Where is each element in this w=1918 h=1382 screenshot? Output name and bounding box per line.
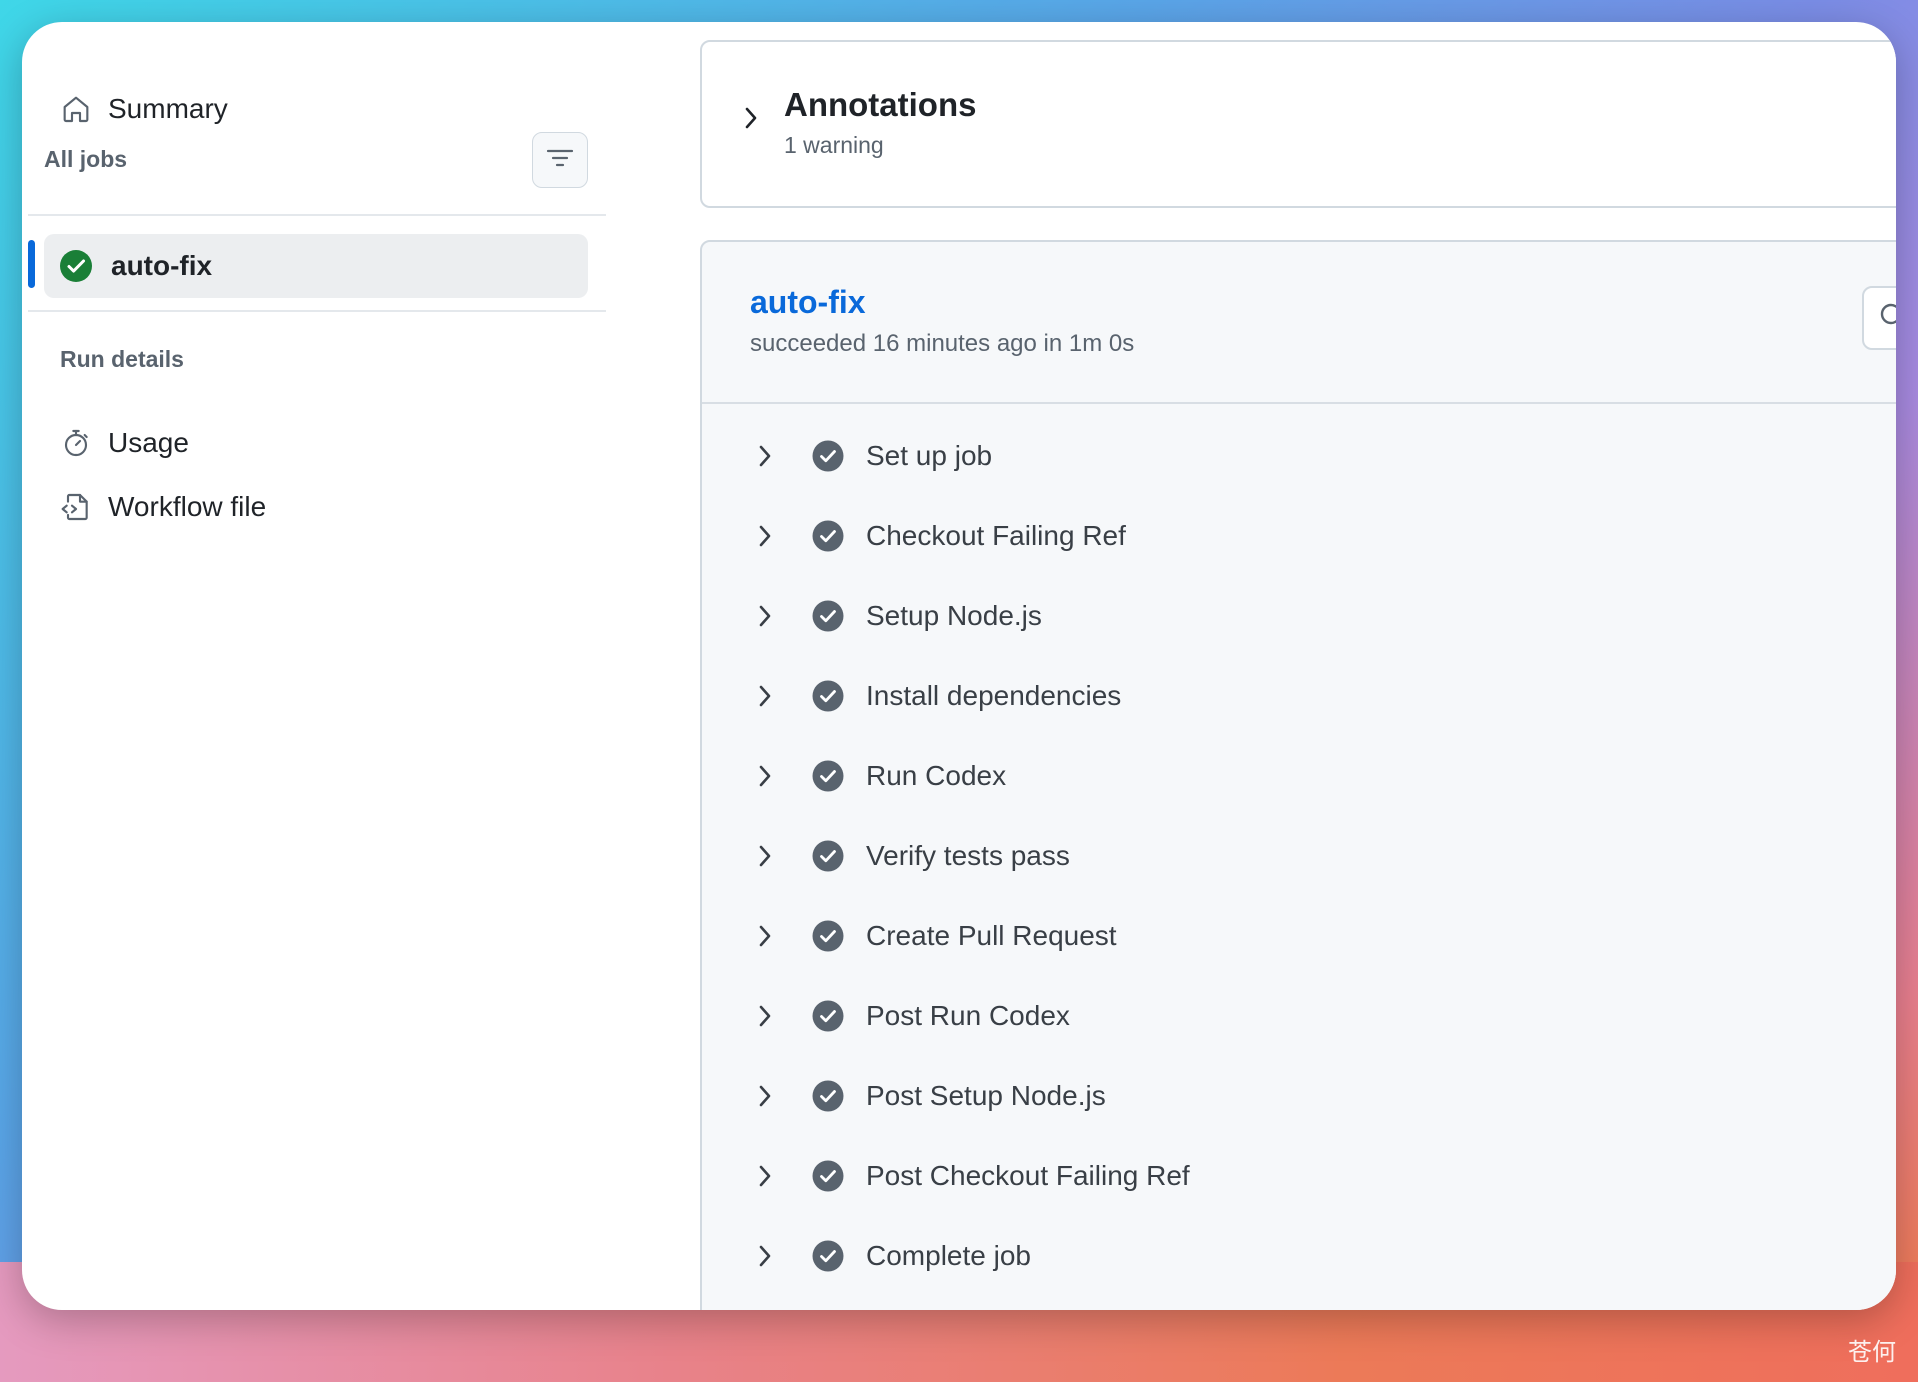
step-row[interactable]: Create Pull Request bbox=[702, 906, 1896, 966]
step-label: Create Pull Request bbox=[866, 920, 1117, 951]
chevron-right-icon[interactable] bbox=[742, 104, 760, 137]
step-row[interactable]: Run Codex bbox=[702, 746, 1896, 806]
step-label: Complete job bbox=[866, 1240, 1031, 1271]
sidebar-job-auto-fix[interactable]: auto-fix bbox=[44, 234, 588, 298]
step-row[interactable]: Setup Node.js bbox=[702, 586, 1896, 646]
chevron-right-icon[interactable] bbox=[756, 1242, 778, 1270]
step-success-icon bbox=[812, 840, 844, 872]
annotations-subtitle: 1 warning bbox=[784, 132, 884, 158]
file-code-icon bbox=[58, 489, 94, 525]
filter-icon bbox=[545, 146, 575, 175]
step-success-icon bbox=[812, 760, 844, 792]
search-icon bbox=[1878, 301, 1896, 336]
step-row[interactable]: Post Run Codex bbox=[702, 986, 1896, 1046]
chevron-right-icon[interactable] bbox=[756, 522, 778, 550]
home-icon bbox=[58, 91, 94, 127]
step-success-icon bbox=[812, 600, 844, 632]
sidebar-divider bbox=[28, 310, 606, 312]
step-row[interactable]: Install dependencies bbox=[702, 666, 1896, 726]
step-label: Post Setup Node.js bbox=[866, 1080, 1106, 1111]
chevron-right-icon[interactable] bbox=[756, 842, 778, 870]
step-row[interactable]: Checkout Failing Ref bbox=[702, 506, 1896, 566]
step-success-icon bbox=[812, 1000, 844, 1032]
step-success-icon bbox=[812, 1080, 844, 1112]
success-check-icon bbox=[59, 249, 93, 283]
chevron-right-icon[interactable] bbox=[756, 682, 778, 710]
active-indicator bbox=[28, 240, 35, 288]
sidebar-item-summary[interactable]: Summary bbox=[58, 84, 228, 134]
step-label: Post Run Codex bbox=[866, 1000, 1070, 1031]
step-row[interactable]: Set up job bbox=[702, 426, 1896, 486]
step-label: Verify tests pass bbox=[866, 840, 1070, 871]
step-label: Run Codex bbox=[866, 760, 1007, 791]
chevron-right-icon[interactable] bbox=[756, 762, 778, 790]
job-label: auto-fix bbox=[111, 250, 213, 281]
search-logs-button[interactable] bbox=[1862, 286, 1896, 350]
sidebar: Summary All jobs auto-fix Run details Us… bbox=[22, 22, 622, 1310]
step-row[interactable]: Verify tests pass bbox=[702, 826, 1896, 886]
sidebar-item-label: Workflow file bbox=[108, 491, 267, 522]
step-row[interactable]: Post Checkout Failing Ref bbox=[702, 1146, 1896, 1206]
sidebar-item-label: Summary bbox=[108, 93, 228, 124]
chevron-right-icon[interactable] bbox=[756, 1002, 778, 1030]
app-window: Summary All jobs auto-fix Run details Us… bbox=[22, 22, 1896, 1310]
run-details-heading: Run details bbox=[60, 346, 184, 372]
chevron-right-icon[interactable] bbox=[756, 1162, 778, 1190]
sidebar-item-usage[interactable]: Usage bbox=[58, 418, 189, 468]
chevron-right-icon[interactable] bbox=[756, 442, 778, 470]
step-label: Setup Node.js bbox=[866, 600, 1042, 631]
step-row[interactable]: Complete job bbox=[702, 1226, 1896, 1286]
step-success-icon bbox=[812, 1240, 844, 1272]
annotations-title: Annotations bbox=[784, 86, 977, 123]
sidebar-item-label: Usage bbox=[108, 427, 189, 458]
step-label: Post Checkout Failing Ref bbox=[866, 1160, 1190, 1191]
step-success-icon bbox=[812, 680, 844, 712]
step-label: Checkout Failing Ref bbox=[866, 520, 1126, 551]
job-status-text: succeeded 16 minutes ago in 1m 0s bbox=[750, 330, 1135, 357]
job-title[interactable]: auto-fix bbox=[750, 284, 866, 321]
step-label: Install dependencies bbox=[866, 680, 1122, 711]
step-label: Set up job bbox=[866, 440, 993, 471]
all-jobs-heading: All jobs bbox=[44, 146, 128, 172]
step-success-icon bbox=[812, 440, 844, 472]
job-header-divider bbox=[702, 402, 1896, 404]
step-success-icon bbox=[812, 1160, 844, 1192]
chevron-right-icon[interactable] bbox=[756, 1082, 778, 1110]
chevron-right-icon[interactable] bbox=[756, 602, 778, 630]
annotations-card[interactable]: Annotations 1 warning bbox=[700, 40, 1896, 208]
sidebar-divider bbox=[28, 214, 606, 216]
stopwatch-icon bbox=[58, 425, 94, 461]
sidebar-item-workflow-file[interactable]: Workflow file bbox=[58, 482, 266, 532]
step-success-icon bbox=[812, 520, 844, 552]
watermark: 苍何 bbox=[1848, 1339, 1896, 1366]
job-panel: auto-fix succeeded 16 minutes ago in 1m … bbox=[700, 240, 1896, 1310]
filter-button[interactable] bbox=[532, 132, 588, 188]
chevron-right-icon[interactable] bbox=[756, 922, 778, 950]
step-row[interactable]: Post Setup Node.js bbox=[702, 1066, 1896, 1126]
step-success-icon bbox=[812, 920, 844, 952]
